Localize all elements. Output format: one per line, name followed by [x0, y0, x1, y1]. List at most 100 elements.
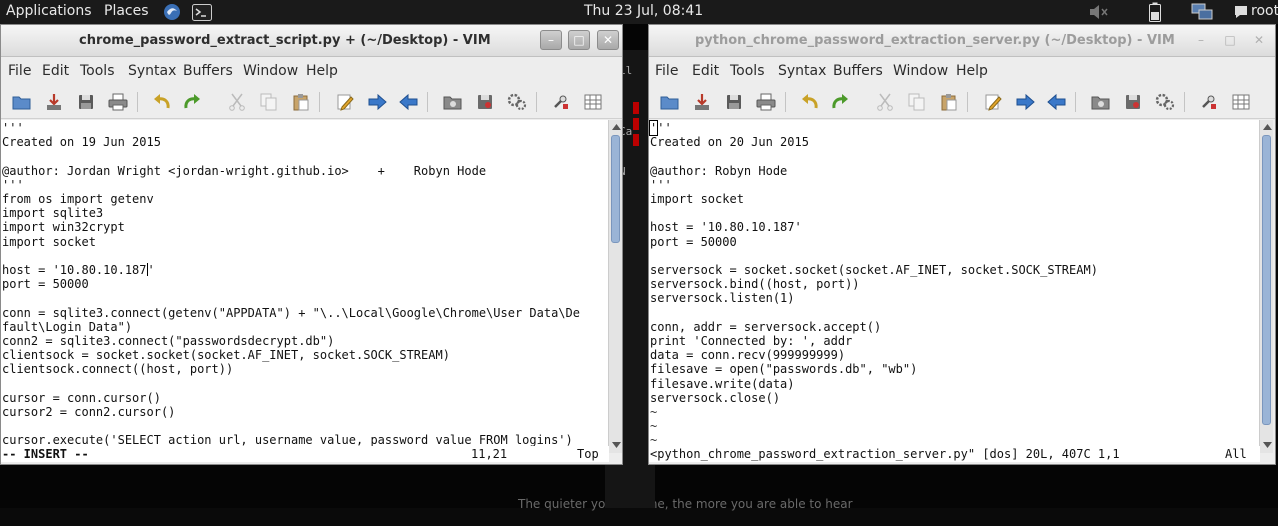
chat-icon[interactable] [1232, 2, 1250, 22]
save-all-icon[interactable] [723, 91, 745, 113]
copy-icon[interactable] [258, 91, 280, 113]
code-line: serversock.close() [650, 390, 781, 405]
save-session-icon[interactable] [1122, 91, 1144, 113]
code-line: fault\Login Data") [2, 319, 133, 334]
window-titlebar[interactable]: python_chrome_password_extraction_server… [649, 25, 1275, 57]
code-line: ''' [650, 177, 672, 192]
maximize-button[interactable]: □ [1219, 30, 1241, 50]
iceweasel-icon[interactable] [162, 2, 182, 22]
print-icon[interactable] [755, 91, 777, 113]
text-cursor: ' [649, 120, 659, 136]
vertical-scrollbar[interactable] [1259, 120, 1273, 453]
replace-icon[interactable] [334, 91, 356, 113]
toolbar-separator [319, 92, 320, 112]
menu-window[interactable]: Window [893, 63, 948, 79]
menu-file[interactable]: File [655, 63, 678, 79]
code-line: clientsock.connect((host, port)) [2, 362, 234, 377]
back-icon[interactable] [1046, 91, 1068, 113]
code-line: data = conn.recv(999999999) [650, 348, 846, 363]
menu-file[interactable]: File [8, 63, 31, 79]
menu-help[interactable]: Help [956, 63, 988, 79]
minimize-button[interactable]: – [540, 30, 562, 50]
terminal-launcher-icon[interactable] [191, 2, 213, 22]
toolbar-separator [137, 92, 138, 112]
editor-buffer[interactable]: ''' Created on 19 Jun 2015 @author: Jordan… [1, 120, 609, 453]
menu-tools[interactable]: Tools [730, 63, 765, 79]
tags-icon[interactable] [582, 91, 604, 113]
vim-window-client-script[interactable]: chrome_password_extract_script.py + (~/D… [0, 24, 623, 465]
redo-icon[interactable] [829, 91, 851, 113]
maximize-button[interactable]: □ [568, 30, 590, 50]
close-button[interactable]: ✕ [597, 30, 619, 50]
editor-buffer[interactable]: ''' Created on 20 Jun 2015 @author: Robyn … [649, 120, 1260, 453]
code-line: port = 50000 [650, 234, 737, 249]
text-cursor [146, 263, 148, 276]
code-line: host = '10.80.10.187' [650, 220, 802, 235]
clock[interactable]: Thu 23 Jul, 08:41 [584, 3, 703, 19]
load-session-icon[interactable] [1090, 91, 1112, 113]
save-icon[interactable] [43, 91, 65, 113]
toolbar-separator [427, 92, 428, 112]
places-menu[interactable]: Places [104, 3, 149, 19]
undo-icon[interactable] [151, 91, 173, 113]
forward-icon[interactable] [1014, 91, 1036, 113]
replace-icon[interactable] [982, 91, 1004, 113]
scroll-down-arrow-icon[interactable] [1261, 439, 1273, 451]
scrollbar-thumb[interactable] [1262, 135, 1271, 425]
menu-bar: File Edit Tools Syntax Buffers Window He… [649, 58, 1275, 84]
battery-icon[interactable] [1146, 2, 1164, 22]
undo-icon[interactable] [799, 91, 821, 113]
run-script-icon[interactable] [1154, 91, 1176, 113]
scroll-down-arrow-icon[interactable] [610, 439, 622, 451]
make-icon[interactable] [1198, 91, 1220, 113]
forward-icon[interactable] [366, 91, 388, 113]
menu-buffers[interactable]: Buffers [833, 63, 883, 79]
menu-window[interactable]: Window [243, 63, 298, 79]
scroll-up-arrow-icon[interactable] [610, 121, 622, 133]
paste-icon[interactable] [290, 91, 312, 113]
menu-syntax[interactable]: Syntax [128, 63, 176, 79]
code-line: import win32crypt [2, 220, 125, 235]
user-menu[interactable]: root [1251, 3, 1278, 19]
vertical-scrollbar[interactable] [608, 120, 622, 453]
toolbar-separator [1184, 92, 1185, 112]
minimize-button[interactable]: – [1190, 30, 1212, 50]
code-line: @author: Robyn Hode [650, 163, 788, 178]
tags-icon[interactable] [1230, 91, 1252, 113]
scroll-up-arrow-icon[interactable] [1261, 121, 1273, 133]
run-script-icon[interactable] [506, 91, 528, 113]
network-icon[interactable] [1190, 2, 1214, 22]
save-icon[interactable] [691, 91, 713, 113]
vim-window-server-script[interactable]: python_chrome_password_extraction_server… [648, 24, 1276, 465]
toolbar-separator [536, 92, 537, 112]
menu-edit[interactable]: Edit [692, 63, 719, 79]
scroll-position: Top [577, 447, 599, 461]
menu-syntax[interactable]: Syntax [778, 63, 826, 79]
vim-status-line: <python_chrome_password_extraction_serve… [649, 446, 1260, 462]
redo-icon[interactable] [181, 91, 203, 113]
copy-icon[interactable] [906, 91, 928, 113]
menu-bar: File Edit Tools Syntax Buffers Window He… [1, 58, 622, 84]
cut-icon[interactable] [226, 91, 248, 113]
load-session-icon[interactable] [442, 91, 464, 113]
save-all-icon[interactable] [75, 91, 97, 113]
print-icon[interactable] [107, 91, 129, 113]
code-line: host = '10.80.10.187' [2, 263, 155, 277]
open-icon[interactable] [11, 91, 33, 113]
paste-icon[interactable] [938, 91, 960, 113]
menu-buffers[interactable]: Buffers [183, 63, 233, 79]
back-icon[interactable] [398, 91, 420, 113]
open-icon[interactable] [659, 91, 681, 113]
menu-help[interactable]: Help [306, 63, 338, 79]
make-icon[interactable] [550, 91, 572, 113]
menu-tools[interactable]: Tools [80, 63, 115, 79]
applications-menu[interactable]: Applications [6, 3, 92, 19]
save-session-icon[interactable] [474, 91, 496, 113]
menu-edit[interactable]: Edit [42, 63, 69, 79]
volume-muted-icon[interactable] [1087, 2, 1111, 22]
scrollbar-thumb[interactable] [611, 135, 620, 243]
cut-icon[interactable] [874, 91, 896, 113]
close-button[interactable]: ✕ [1248, 30, 1270, 50]
window-titlebar[interactable]: chrome_password_extract_script.py + (~/D… [1, 25, 622, 57]
toolbar [649, 85, 1275, 119]
